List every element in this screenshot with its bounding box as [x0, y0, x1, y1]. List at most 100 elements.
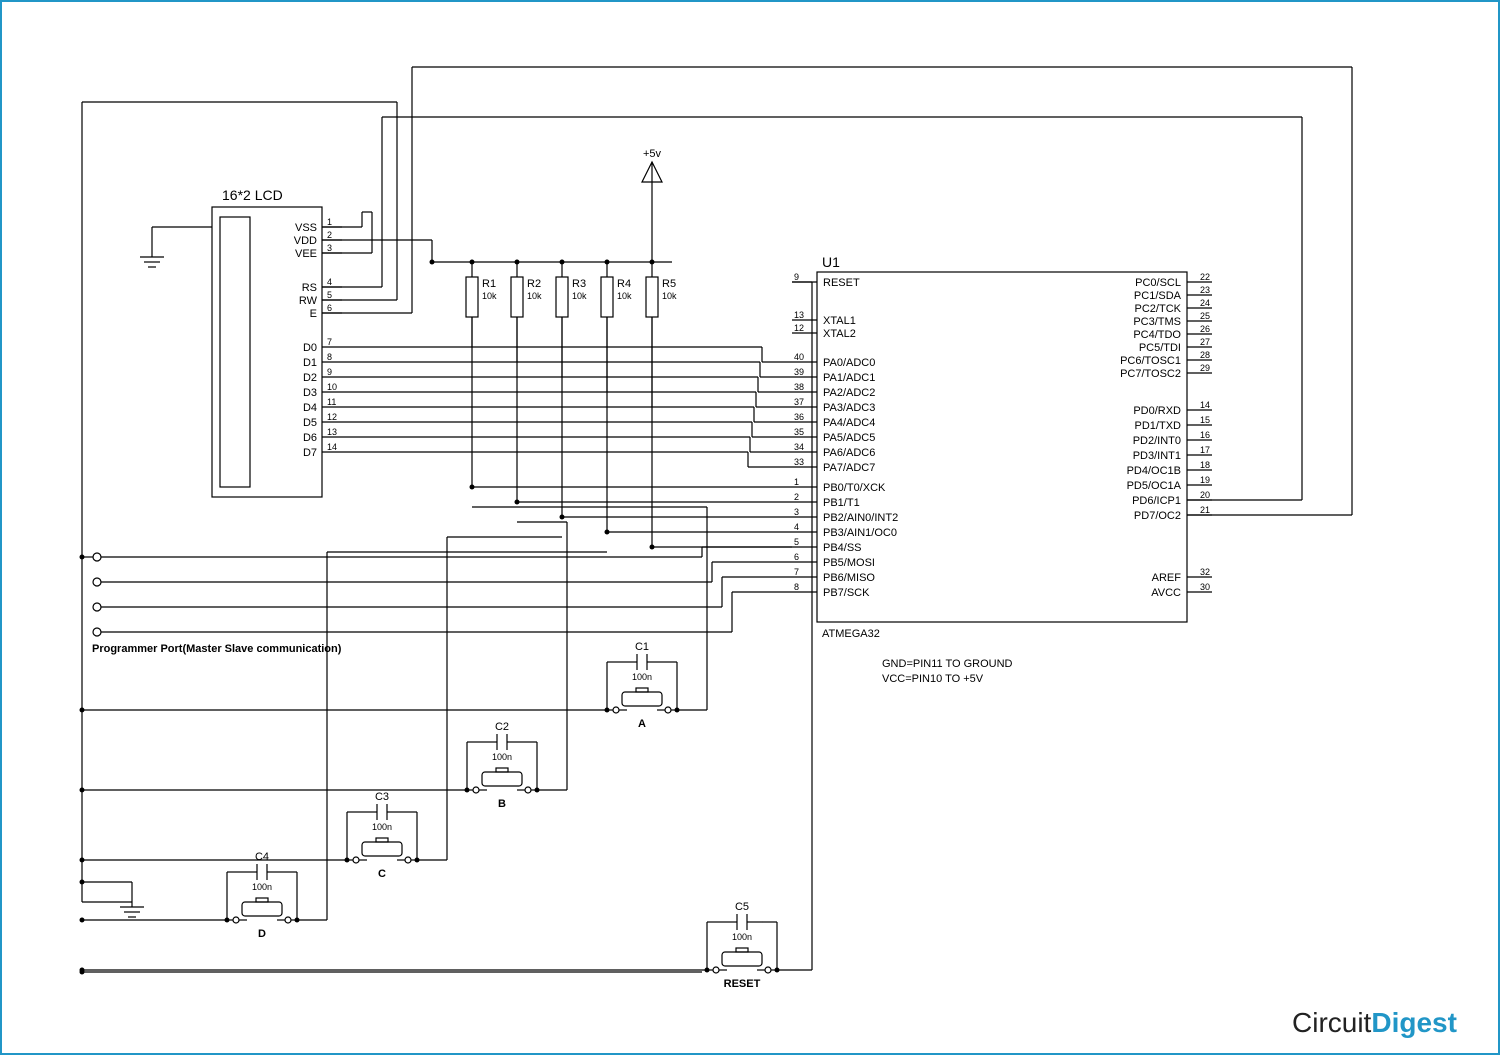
pin-num: 13 [327, 427, 337, 437]
mcu-pin-num: 36 [794, 412, 804, 422]
note-vcc: VCC=PIN10 TO +5V [882, 673, 984, 685]
mcu-pin-num: 7 [794, 567, 799, 577]
mcu-pin-num: 33 [794, 457, 804, 467]
mcu-pin-label: PA4/ADC4 [823, 417, 875, 429]
pin-label: VEE [295, 248, 317, 260]
pin-num: 14 [327, 442, 337, 452]
pin-num: 4 [327, 277, 332, 287]
mcu-pin-label: PA6/ADC6 [823, 447, 875, 459]
pin-label: RS [302, 282, 317, 294]
cap-ref: C1 [635, 641, 649, 653]
svg-text:ATMEGA32: ATMEGA32 [822, 628, 880, 640]
mcu-pin-label: PA5/ADC5 [823, 432, 875, 444]
mcu-pin-num: 25 [1200, 311, 1210, 321]
mcu-pin-label: PA7/ADC7 [823, 462, 875, 474]
mcu-pin-num: 30 [1200, 582, 1210, 592]
mcu-pin-label: PD2/INT0 [1133, 435, 1181, 447]
mcu-pin-num: 3 [794, 507, 799, 517]
mcu-pin-label: PC3/TMS [1133, 316, 1181, 328]
mcu-pin-num: 22 [1200, 272, 1210, 282]
mcu-pin-label: PB2/AIN0/INT2 [823, 512, 898, 524]
resistor-val: 10k [482, 291, 497, 301]
pin-label: RW [299, 295, 318, 307]
mcu-pin-num: 16 [1200, 430, 1210, 440]
mcu-pin-num: 19 [1200, 475, 1210, 485]
mcu-pin-label: XTAL2 [823, 328, 856, 340]
cap-ref: C2 [495, 721, 509, 733]
mcu-pin-num: 32 [1200, 567, 1210, 577]
pin-num: 12 [327, 412, 337, 422]
mcu-pin-label: PB5/MOSI [823, 557, 875, 569]
pin-num: 9 [327, 367, 332, 377]
mcu-pin-num: 14 [1200, 400, 1210, 410]
lcd-ground [140, 227, 212, 267]
pin-num: 2 [327, 230, 332, 240]
mcu-pin-num: 40 [794, 352, 804, 362]
mcu-pin-label: PD7/OC2 [1134, 510, 1181, 522]
programmer-port: Programmer Port(Master Slave communicati… [80, 547, 793, 655]
pin-num: 3 [327, 243, 332, 253]
resistor-ref: R2 [527, 278, 541, 290]
cap-val: 100n [632, 672, 652, 682]
cap-ref: C3 [375, 791, 389, 803]
svg-text:Programmer Port(Master Slave c: Programmer Port(Master Slave communicati… [92, 643, 342, 655]
mcu-pin-label: PA0/ADC0 [823, 357, 875, 369]
mcu-pin-label: PC7/TOSC2 [1120, 368, 1181, 380]
pin-label: D6 [303, 432, 317, 444]
pin-label: D7 [303, 447, 317, 459]
mcu-pin-label: PB4/SS [823, 542, 862, 554]
cap-val: 100n [372, 822, 392, 832]
mcu-pin-num: 21 [1200, 505, 1210, 515]
lcd-component: 16*2 LCD 1VSS2VDD3VEE 4RS5RW6E 7D08D19D2… [212, 187, 342, 497]
mcu-pin-label: PA2/ADC2 [823, 387, 875, 399]
mcu-pin-label: XTAL1 [823, 315, 856, 327]
pin-num: 1 [327, 217, 332, 227]
button-label: A [638, 718, 646, 730]
svg-text:+5v: +5v [643, 148, 662, 160]
resistor-ref: R1 [482, 278, 496, 290]
mcu-pin-label: PC5/TDI [1139, 342, 1181, 354]
button-label: D [258, 928, 266, 940]
svg-text:U1: U1 [822, 254, 840, 270]
resistor-val: 10k [572, 291, 587, 301]
resistor-ref: R5 [662, 278, 676, 290]
cap-ref: C4 [255, 851, 269, 863]
pin-label: VSS [295, 222, 317, 234]
mcu-pin-label: AREF [1152, 572, 1182, 584]
mcu-pin-label: AVCC [1151, 587, 1181, 599]
mcu-pin-num: 24 [1200, 298, 1210, 308]
lcd-title: 16*2 LCD [222, 187, 283, 203]
mcu-pin-num: 2 [794, 492, 799, 502]
resistor-ref: R4 [617, 278, 631, 290]
note-gnd: GND=PIN11 TO GROUND [882, 658, 1013, 670]
mcu-pin-label: PD0/RXD [1133, 405, 1181, 417]
button-label: RESET [724, 978, 761, 990]
pin-label: D2 [303, 372, 317, 384]
buttons-caps-group: C1100nAC2100nBC3100nCC4100nDC5100nRESET [80, 282, 813, 990]
resistor-val: 10k [662, 291, 677, 301]
button-label: C [378, 868, 386, 880]
mcu-pin-num: 5 [794, 537, 799, 547]
brand-logo: CircuitDigest [1292, 1007, 1457, 1038]
pin-num: 6 [327, 303, 332, 313]
pin-label: D0 [303, 342, 317, 354]
mcu-pin-label: PB0/T0/XCK [823, 482, 886, 494]
mcu-pin-num: 1 [794, 477, 799, 487]
mcu-pin-label: PD5/OC1A [1127, 480, 1182, 492]
resistor-val: 10k [527, 291, 542, 301]
ground-rail-left [80, 557, 145, 917]
mcu-pin-label: PC0/SCL [1135, 277, 1181, 289]
mcu-pin-label: PC4/TDO [1133, 329, 1181, 341]
mcu-pin-label: PA3/ADC3 [823, 402, 875, 414]
pin-label: VDD [294, 235, 317, 247]
cap-val: 100n [252, 882, 272, 892]
pin-num: 10 [327, 382, 337, 392]
mcu-pin-num: 34 [794, 442, 804, 452]
mcu-pin-num: 6 [794, 552, 799, 562]
mcu-pin-num: 35 [794, 427, 804, 437]
mcu-pin-num: 20 [1200, 490, 1210, 500]
pin-num: 11 [327, 397, 336, 407]
mcu-pin-num: 28 [1200, 350, 1210, 360]
mcu-pin-label: PA1/ADC1 [823, 372, 875, 384]
pin-label: D1 [303, 357, 317, 369]
